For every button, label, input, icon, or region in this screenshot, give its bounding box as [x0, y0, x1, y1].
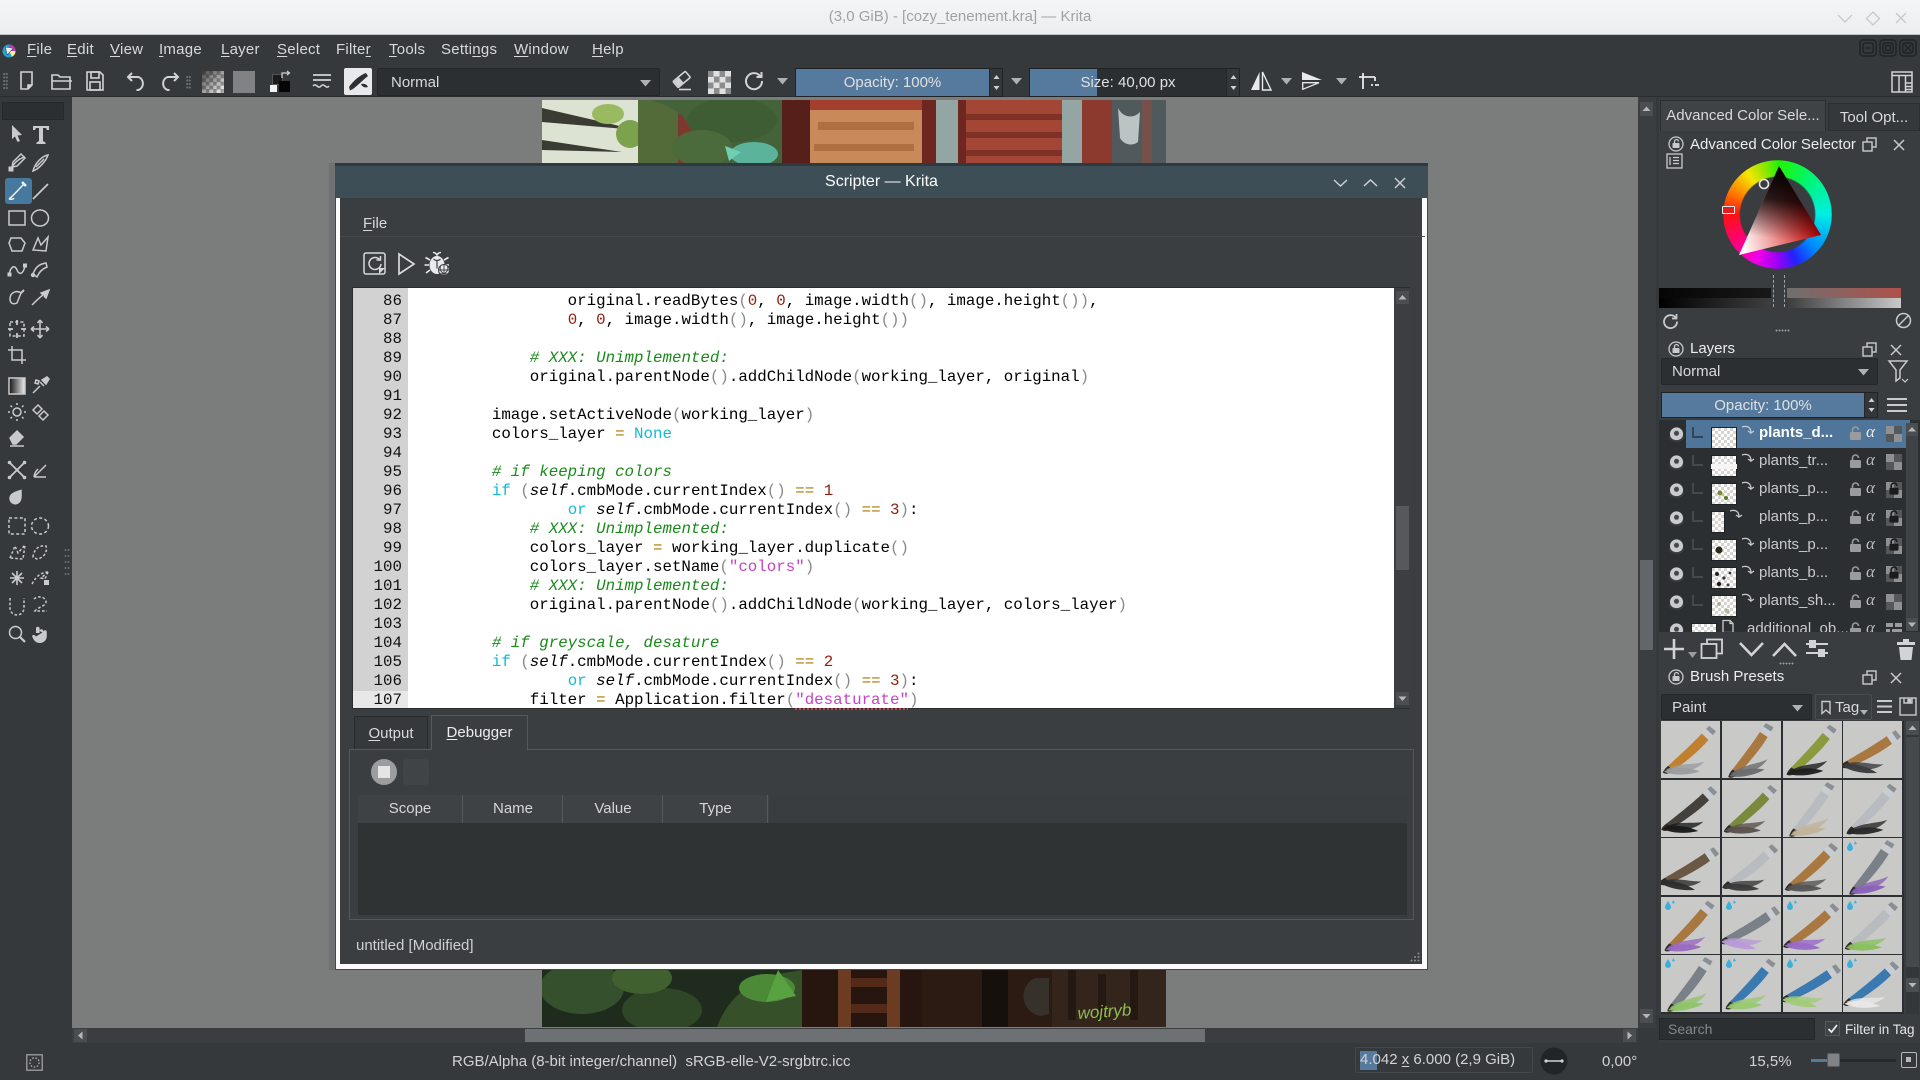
svg-text:wojtryb: wojtryb [1077, 1000, 1132, 1023]
